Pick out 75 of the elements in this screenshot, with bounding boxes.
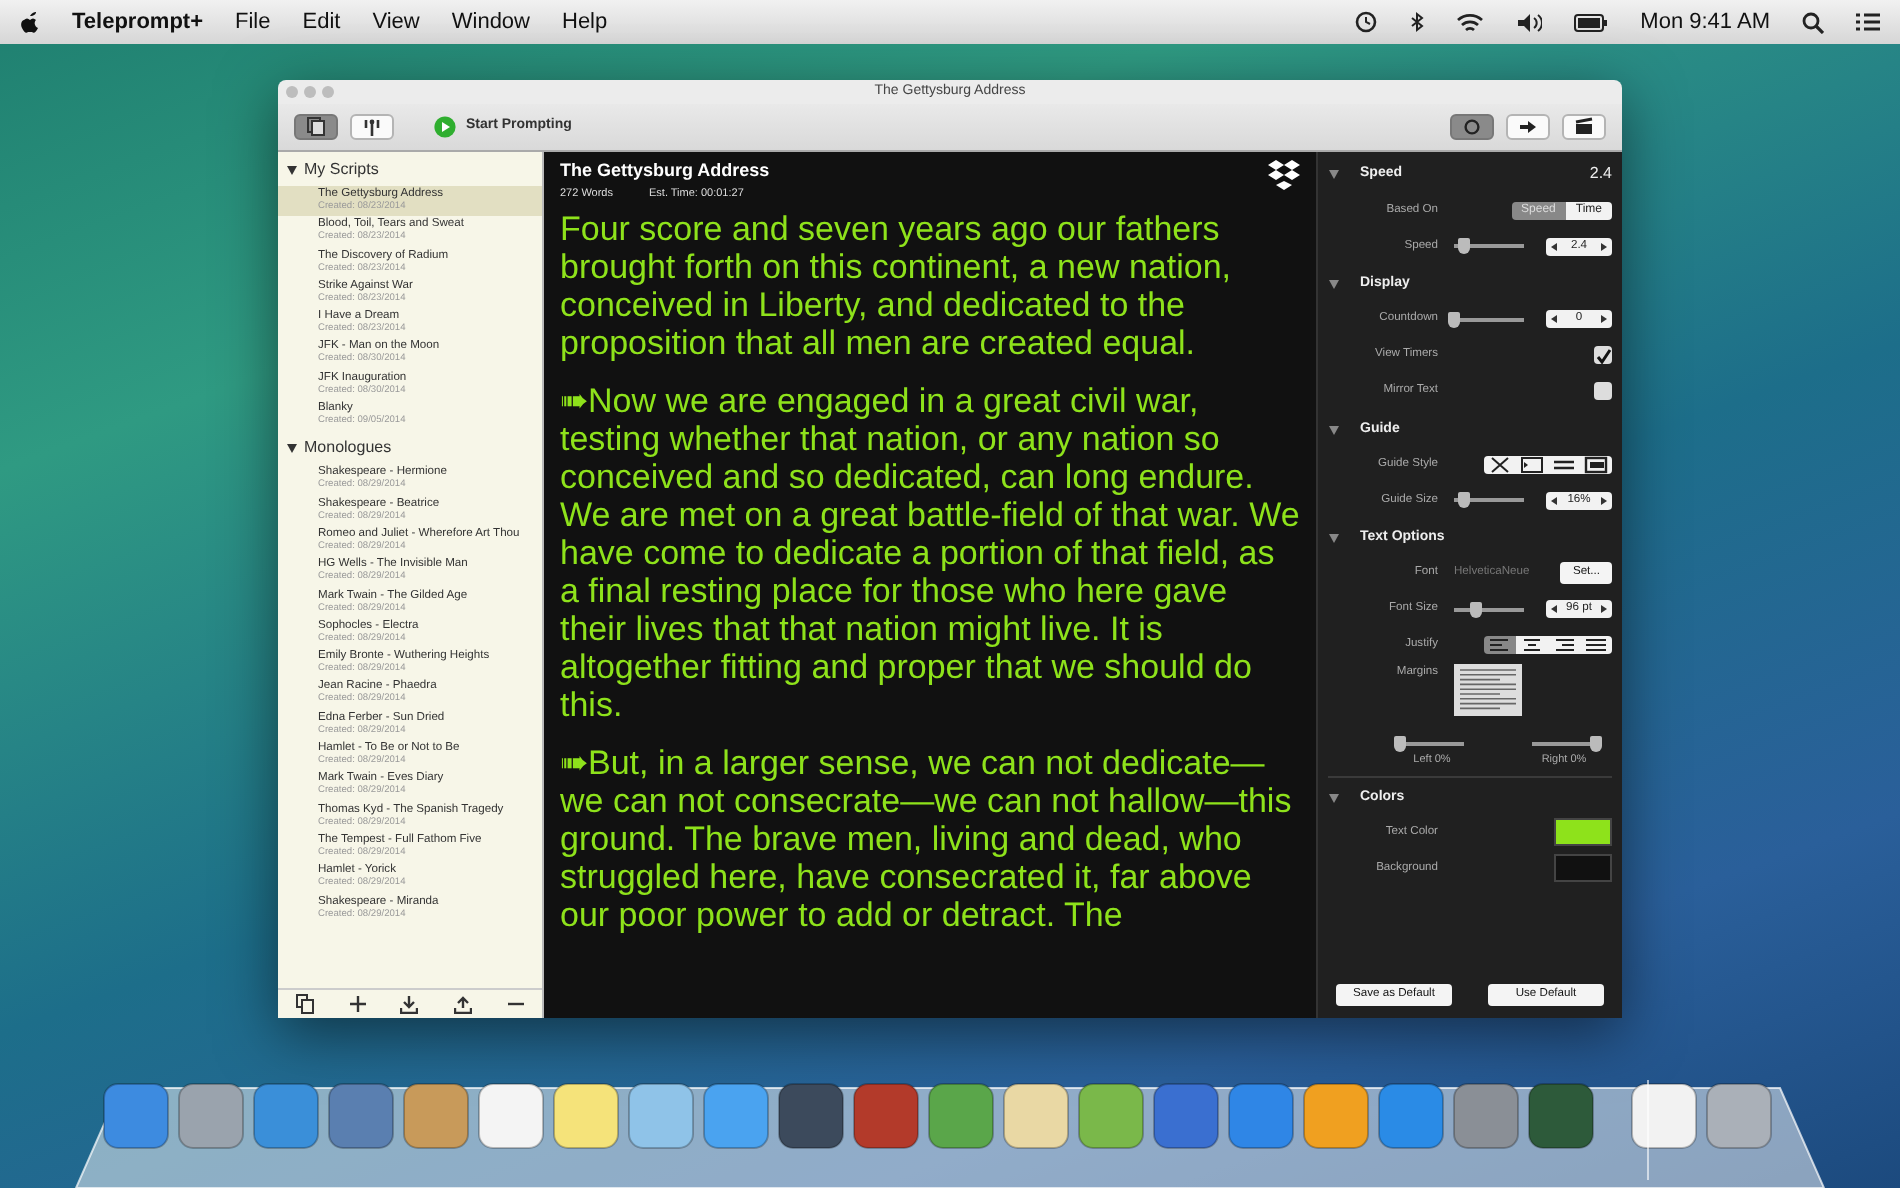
list-icon[interactable] (1856, 12, 1880, 32)
increment-icon[interactable] (1599, 495, 1608, 505)
diamonds-icon[interactable] (1268, 158, 1300, 190)
align-center-icon (1520, 636, 1544, 654)
disclosure-triangle-icon[interactable] (1328, 168, 1340, 180)
app-menu[interactable]: Teleprompt+ (72, 5, 204, 39)
disclosure-triangle-icon[interactable] (286, 442, 298, 455)
disclosure-triangle-icon[interactable] (1328, 278, 1340, 291)
clock-history-icon[interactable] (1354, 10, 1379, 34)
menu-item[interactable]: Window (451, 5, 530, 39)
toolbar-button[interactable] (1450, 114, 1494, 140)
checkbox[interactable] (1594, 382, 1612, 400)
menu-item[interactable]: Help (562, 5, 608, 39)
toolbar-button[interactable] (350, 114, 394, 140)
play-icon (434, 116, 456, 138)
script-paragraph: ➠Now we are engaged in a great civil war, testing whether that nation, or any nation so conceived and so dedicated, can long endure. We are met on a great battle-field of that war. We have come to dedicate a portion of that field, as a final resting place for those who here gave their lives that that nation might live. It is altogether fitting and proper that we should do this. (560, 381, 1300, 724)
color-well[interactable] (1554, 854, 1612, 883)
antenna-icon (362, 116, 382, 138)
disclosure-triangle-icon[interactable] (1328, 423, 1340, 436)
slider-thumb[interactable] (1458, 238, 1471, 254)
menu-item[interactable]: View (372, 5, 420, 39)
add-icon[interactable] (349, 996, 366, 1012)
align-left-icon (1488, 636, 1512, 654)
toolbar-button[interactable] (294, 114, 338, 140)
battery-icon[interactable] (1574, 13, 1609, 31)
slider-thumb[interactable] (1469, 601, 1481, 617)
upload-icon[interactable] (454, 995, 473, 1013)
bluetooth-icon[interactable] (1410, 10, 1425, 34)
slider-thumb[interactable] (1590, 735, 1602, 751)
group-label[interactable]: Monologues (304, 436, 392, 461)
menu-item[interactable]: File (235, 5, 271, 39)
apple-icon[interactable] (20, 10, 40, 34)
cross-icon[interactable] (1488, 455, 1512, 473)
disclosure-triangle-icon[interactable] (286, 164, 298, 176)
slider-thumb[interactable] (1394, 735, 1406, 751)
duplicate-icon[interactable] (295, 994, 314, 1014)
document-stack-icon (306, 116, 326, 138)
slider-thumb[interactable] (1458, 492, 1471, 508)
pointer-icon[interactable] (1520, 455, 1544, 473)
menu-clock[interactable]: Mon 9:41 AM (1640, 5, 1770, 39)
increment-icon[interactable] (1599, 314, 1608, 324)
speed-reading: 2.4 (1589, 162, 1612, 186)
align-right-icon (1552, 636, 1576, 654)
lines-icon[interactable] (1552, 455, 1576, 473)
wifi-icon[interactable] (1456, 11, 1485, 33)
volume-icon[interactable] (1516, 11, 1543, 33)
checkbox[interactable] (1594, 346, 1612, 364)
download-icon[interactable] (400, 995, 419, 1013)
disclosure-triangle-icon[interactable] (1328, 532, 1340, 545)
group-label[interactable]: My Scripts (304, 158, 379, 182)
decrement-icon[interactable] (1550, 495, 1558, 505)
align-full-icon (1584, 636, 1608, 654)
script-title: The Gettysburg Address (560, 158, 770, 184)
justify-button[interactable] (1516, 636, 1548, 654)
slider-thumb[interactable] (1448, 311, 1460, 327)
circle-icon (1462, 116, 1482, 138)
search-icon[interactable] (1802, 11, 1824, 33)
script-paragraph: Four score and seven years ago our fathers brought forth on this continent, a new nation, conceived in Liberty, and dedicated to the proposition that all men are created equal. (560, 209, 1234, 362)
toolbar-button[interactable] (1506, 114, 1550, 140)
menu-item[interactable]: Edit (302, 5, 341, 39)
arrow-icon (1518, 116, 1538, 138)
checkmark-icon (1595, 347, 1611, 363)
toolbar-button[interactable] (1562, 114, 1606, 140)
justify-button[interactable] (1580, 636, 1612, 654)
script-paragraph: ➠But, in a larger sense, we can not dedicate—we can not consecrate—we can not hallow—this ground. The brave men, living and dead, who struggled here, have consecrated it, far above our poor power to add or detract. The (560, 743, 1294, 934)
increment-icon[interactable] (1600, 241, 1608, 251)
decrement-icon[interactable] (1550, 241, 1558, 251)
page-preview-drawing (1454, 663, 1522, 715)
disclosure-triangle-icon[interactable] (1328, 792, 1340, 804)
color-well[interactable] (1554, 818, 1612, 847)
decrement-icon[interactable] (1550, 314, 1558, 324)
box-icon[interactable] (1584, 455, 1608, 473)
clapper-icon (1574, 116, 1594, 138)
increment-icon[interactable] (1600, 604, 1608, 614)
decrement-icon[interactable] (1550, 604, 1558, 614)
